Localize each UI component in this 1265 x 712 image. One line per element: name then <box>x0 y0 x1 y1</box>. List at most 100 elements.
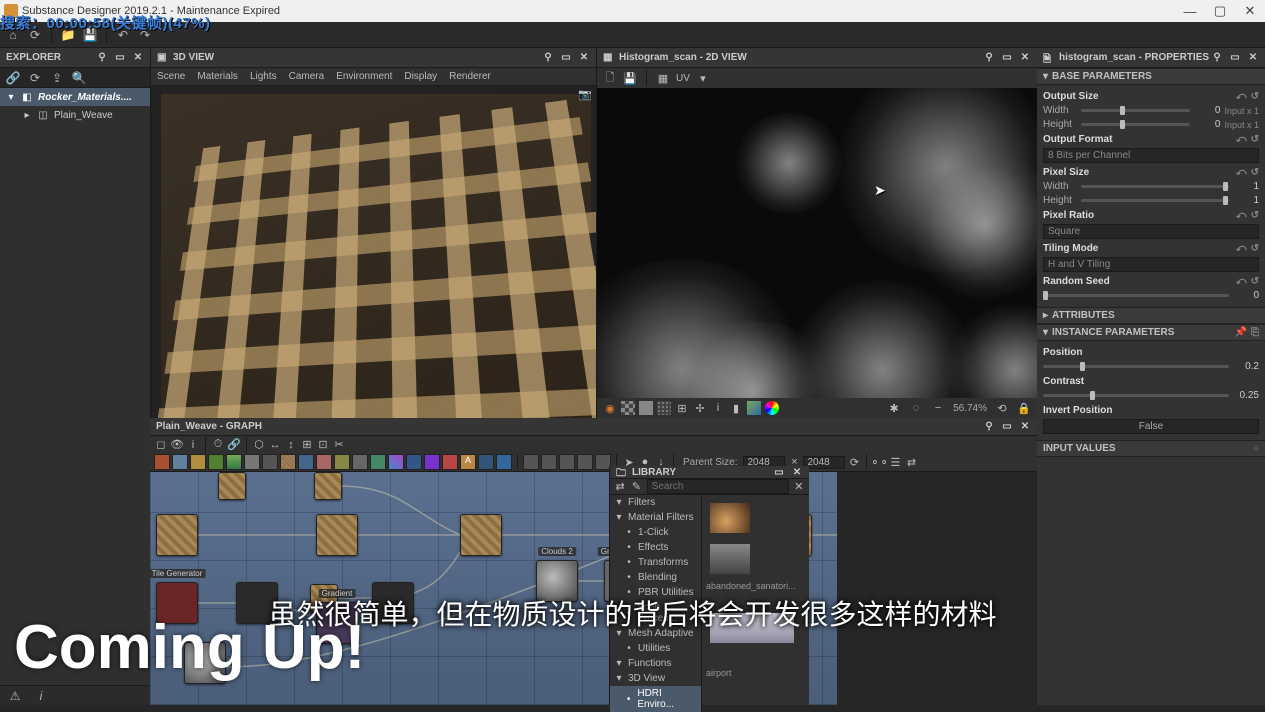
info-icon[interactable]: i <box>711 401 725 415</box>
clear-search-icon[interactable]: ✕ <box>793 480 805 494</box>
atomic-tile-1[interactable] <box>154 454 170 470</box>
graph-node[interactable] <box>314 472 342 500</box>
camera-icon[interactable]: 📷 <box>578 88 592 101</box>
save-image-icon[interactable]: 💾 <box>623 71 637 85</box>
atomic-tile-2[interactable] <box>172 454 188 470</box>
position-slider[interactable] <box>1043 365 1229 368</box>
library-tree-item[interactable]: •Blending <box>610 570 701 585</box>
layers-icon[interactable]: ◉ <box>603 401 617 415</box>
parent-size-height[interactable] <box>803 456 845 469</box>
graph-opt-icon[interactable]: ⚬⚬ <box>872 455 886 469</box>
pin-icon[interactable]: ⚲ <box>542 52 554 64</box>
space-icon[interactable]: ◻ <box>154 438 168 452</box>
atomic-tile-3[interactable] <box>190 454 206 470</box>
atomic-tile-15[interactable] <box>406 454 422 470</box>
refresh-size-icon[interactable]: ⟳ <box>847 455 861 469</box>
export-icon[interactable]: ⇪ <box>48 69 66 87</box>
close-panel-icon[interactable]: ✕ <box>1019 421 1031 433</box>
filter-icon[interactable]: ⇄ <box>614 480 626 494</box>
section-base-parameters[interactable]: ▾ BASE PARAMETERS <box>1037 68 1265 85</box>
search-icon[interactable]: 🔍 <box>70 69 88 87</box>
close-button[interactable]: ✕ <box>1235 0 1265 22</box>
autolayout-icon[interactable]: ⊡ <box>316 438 330 452</box>
reset-zoom-icon[interactable]: ⟲ <box>995 401 1009 415</box>
contrast-slider[interactable] <box>1043 394 1229 397</box>
atomic-tile-17[interactable] <box>442 454 458 470</box>
menu-environment[interactable]: Environment <box>336 71 392 82</box>
pixel-ratio-select[interactable]: Square <box>1043 224 1259 239</box>
pin-icon[interactable]: ⚲ <box>1211 52 1223 64</box>
reset-icon[interactable]: ↺ <box>1251 134 1259 145</box>
align-h-icon[interactable]: ↔ <box>268 438 282 452</box>
solid-icon[interactable] <box>639 401 653 415</box>
grid-dots-icon[interactable] <box>657 401 671 415</box>
tiling-mode-select[interactable]: H and V Tiling <box>1043 257 1259 272</box>
expand-icon[interactable]: ▭ <box>114 52 126 64</box>
info-icon[interactable]: i <box>186 438 200 452</box>
atomic-tile-24[interactable] <box>577 454 593 470</box>
library-tree-item[interactable]: •Transforms <box>610 555 701 570</box>
expand-icon[interactable]: ▭ <box>560 52 572 64</box>
atomic-tile-18[interactable]: A <box>460 454 476 470</box>
atomic-tile-19[interactable] <box>478 454 494 470</box>
hdri-thumb[interactable] <box>710 503 750 533</box>
atomic-tile-21[interactable] <box>523 454 539 470</box>
reset-icon[interactable]: ↺ <box>1251 167 1259 178</box>
library-tree-item[interactable]: ▾Filters <box>610 495 701 510</box>
graph-node[interactable] <box>218 472 246 500</box>
section-attributes[interactable]: ▸ ATTRIBUTES <box>1037 307 1265 324</box>
circle-icon[interactable]: ○ <box>1253 443 1259 454</box>
graph-node[interactable] <box>316 514 358 556</box>
expand-icon[interactable]: ▭ <box>773 466 785 478</box>
graph-node[interactable] <box>156 514 198 556</box>
chevron-right-icon[interactable]: ▸ <box>22 110 32 121</box>
px-width-slider[interactable] <box>1081 185 1229 188</box>
new-icon[interactable]: 🗋 <box>603 71 617 85</box>
atomic-tile-20[interactable] <box>496 454 512 470</box>
seed-slider[interactable] <box>1043 294 1229 297</box>
atomic-tile-9[interactable] <box>298 454 314 470</box>
output-format-select[interactable]: 8 Bits per Channel <box>1043 148 1259 163</box>
height-slider[interactable] <box>1081 123 1190 126</box>
library-tree-item[interactable]: ▾Material Filters <box>610 510 701 525</box>
inherit-icon[interactable]: ⤺ <box>1236 167 1247 178</box>
pin-icon[interactable]: ⚲ <box>96 52 108 64</box>
align-v-icon[interactable]: ↕ <box>284 438 298 452</box>
snap-icon[interactable]: ⊞ <box>300 438 314 452</box>
atomic-tile-12[interactable] <box>352 454 368 470</box>
inherit-icon[interactable]: ⤺ <box>1236 243 1247 254</box>
atomic-tile-7[interactable] <box>262 454 278 470</box>
menu-materials[interactable]: Materials <box>197 71 238 82</box>
timer-icon[interactable]: ⏱ <box>211 438 225 452</box>
atomic-tile-8[interactable] <box>280 454 296 470</box>
pin-param-icon[interactable]: 📌 <box>1235 327 1247 338</box>
link-icon[interactable]: 🔗 <box>4 69 22 87</box>
graph-opt2-icon[interactable]: ☰ <box>888 455 902 469</box>
ruler-icon[interactable]: ⊞ <box>675 401 689 415</box>
3d-viewport[interactable]: 📷 <box>151 86 596 418</box>
color-wheel-icon[interactable] <box>765 401 779 415</box>
pin-icon[interactable]: ⚲ <box>983 52 995 64</box>
atomic-tile-11[interactable] <box>334 454 350 470</box>
library-tree-item[interactable]: ▾Functions <box>610 656 701 671</box>
menu-display[interactable]: Display <box>404 71 437 82</box>
minimize-button[interactable]: — <box>1175 0 1205 22</box>
reload-icon[interactable]: ⟳ <box>26 69 44 87</box>
reset-icon[interactable]: ↺ <box>1251 210 1259 221</box>
warning-icon[interactable]: ⚠ <box>6 687 24 705</box>
close-panel-icon[interactable]: ✕ <box>1019 52 1031 64</box>
maximize-button[interactable]: ▢ <box>1205 0 1235 22</box>
center-icon[interactable]: ✱ <box>887 401 901 415</box>
close-panel-icon[interactable]: ✕ <box>132 52 144 64</box>
minus-icon[interactable]: − <box>931 401 945 415</box>
lock-icon[interactable]: 🔒 <box>1017 401 1031 415</box>
info-icon[interactable]: i <box>32 687 50 705</box>
copy-param-icon[interactable]: ⎘ <box>1251 327 1259 338</box>
crop-icon[interactable]: ✂ <box>332 438 346 452</box>
invert-position-toggle[interactable]: False <box>1043 419 1259 434</box>
pin-icon[interactable]: ⚲ <box>983 421 995 433</box>
menu-renderer[interactable]: Renderer <box>449 71 491 82</box>
checker-icon[interactable] <box>621 401 635 415</box>
reset-icon[interactable]: ↺ <box>1251 276 1259 287</box>
library-tree-item[interactable]: •Utilities <box>610 641 701 656</box>
